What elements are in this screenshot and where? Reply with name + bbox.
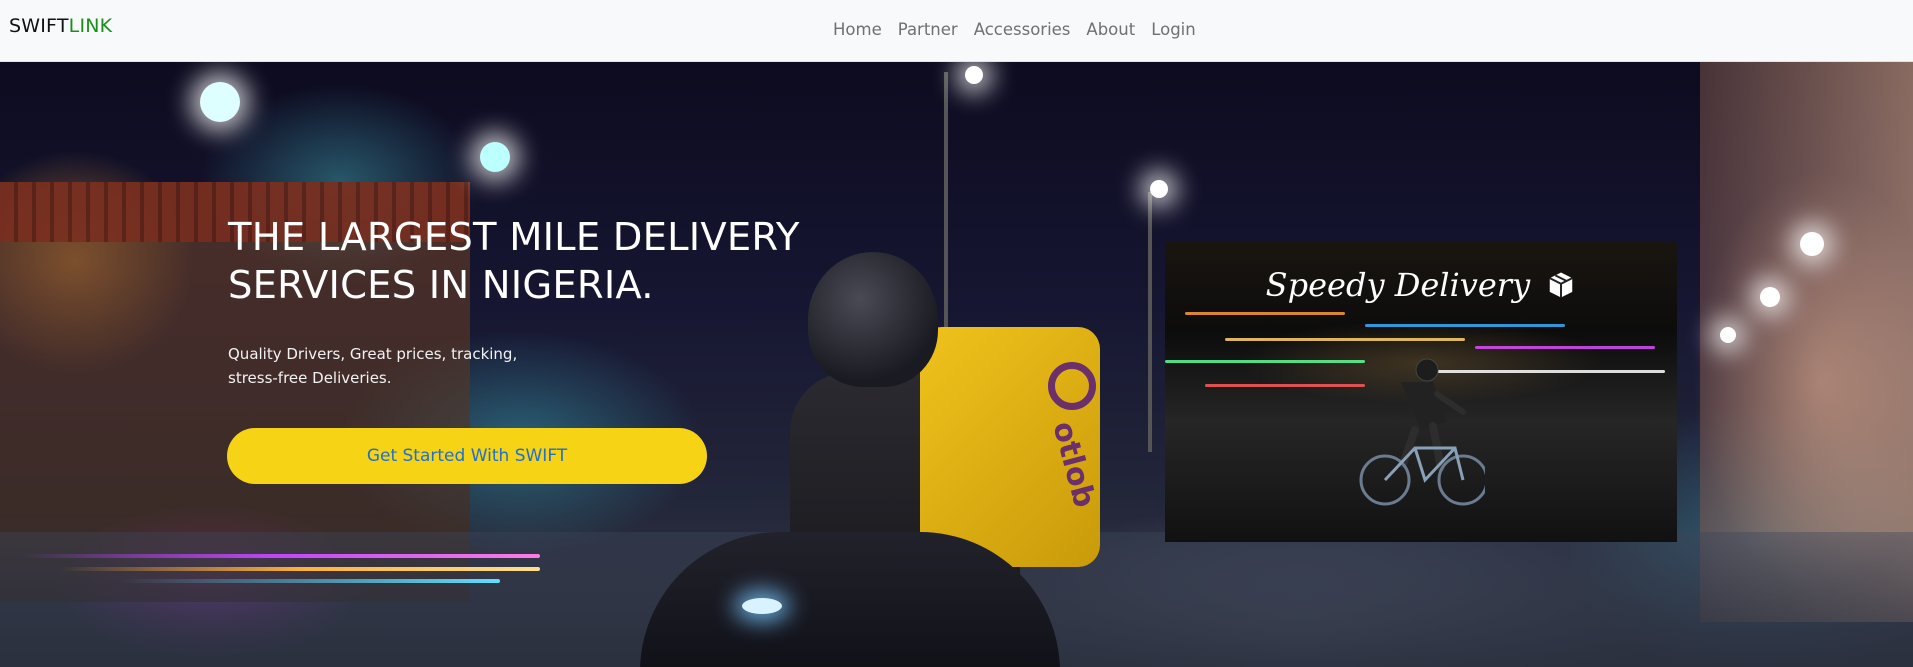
get-started-button[interactable]: Get Started With SWIFT: [227, 428, 707, 484]
light-streak: [60, 567, 540, 571]
hero-title-line1: THE LARGEST MILE DELIVERY: [228, 215, 800, 260]
hero-subtitle: Quality Drivers, Great prices, tracking,…: [228, 342, 588, 390]
nav-links: Home Partner Accessories About Login: [833, 20, 1196, 39]
motorcycle-headlight: [742, 598, 782, 614]
street-lamp-light: [965, 66, 983, 84]
nav-login-link[interactable]: Login: [1151, 20, 1196, 39]
street-lamp-light: [1720, 327, 1736, 343]
neon-sign: [200, 82, 240, 122]
nav-home-link[interactable]: Home: [833, 20, 882, 39]
hero-subtitle-line2: stress-free Deliveries.: [228, 369, 392, 387]
street-lamp-pole: [1148, 192, 1152, 452]
light-streak: [1165, 360, 1365, 363]
light-streak: [120, 579, 500, 583]
card-title-text: Speedy Delivery: [1265, 266, 1531, 304]
bag-logo-icon: [1048, 362, 1096, 410]
street-lamp-light: [1760, 287, 1780, 307]
light-streak: [1365, 324, 1565, 327]
nav-accessories-link[interactable]: Accessories: [974, 20, 1071, 39]
light-streak: [1185, 312, 1345, 315]
card-title: Speedy Delivery: [1165, 266, 1677, 304]
street-lamp-light: [1800, 232, 1824, 256]
nav-partner-link[interactable]: Partner: [898, 20, 958, 39]
package-icon: [1549, 272, 1574, 298]
brand-logo-swift: SWIFT: [9, 15, 69, 37]
hero-banner: otlob THE LARGEST MILE DELIVERY SERVICES…: [0, 62, 1913, 667]
hero-title-line2: SERVICES IN NIGERIA.: [228, 263, 654, 308]
top-navbar: SWIFTLINK Home Partner Accessories About…: [0, 0, 1913, 62]
cyclist-illustration: [1359, 358, 1485, 506]
hero-subtitle-line1: Quality Drivers, Great prices, tracking,: [228, 345, 518, 363]
brand-logo[interactable]: SWIFTLINK: [9, 15, 112, 37]
light-streak: [20, 554, 540, 558]
light-streak: [1225, 338, 1465, 341]
light-streak: [1475, 346, 1655, 349]
brand-logo-link: LINK: [68, 15, 113, 37]
nav-about-link[interactable]: About: [1086, 20, 1135, 39]
hero-title: THE LARGEST MILE DELIVERY SERVICES IN NI…: [228, 214, 828, 310]
neon-light: [480, 142, 510, 172]
street-lamp-light: [1150, 180, 1168, 198]
light-streak: [1205, 384, 1365, 387]
speedy-delivery-card: Speedy Delivery: [1165, 242, 1677, 542]
